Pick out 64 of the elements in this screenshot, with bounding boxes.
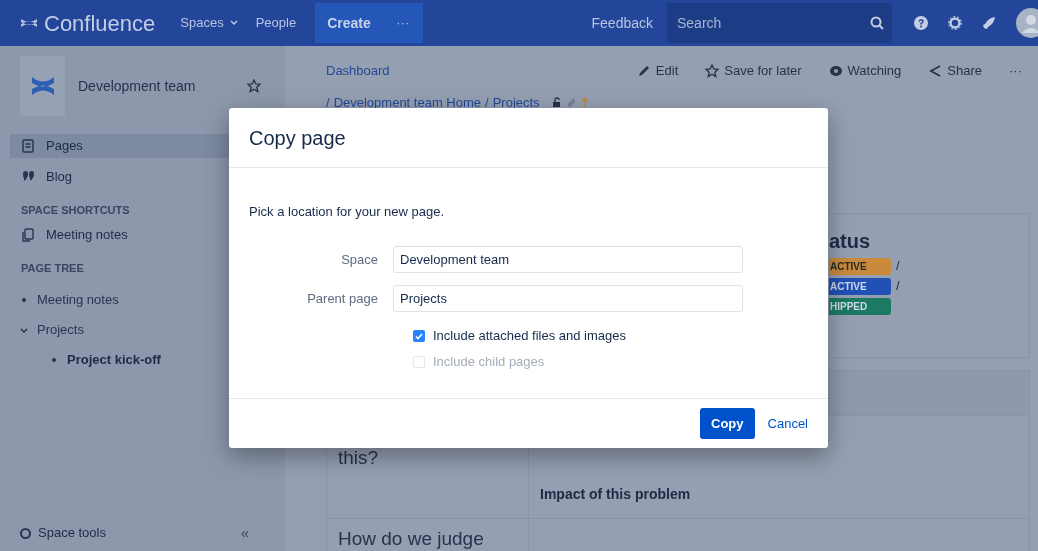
star-icon bbox=[705, 63, 720, 78]
status-lozenge: ACTIVE bbox=[829, 277, 891, 295]
share-icon bbox=[928, 63, 943, 78]
cancel-button[interactable]: Cancel bbox=[767, 408, 808, 439]
search-button[interactable] bbox=[862, 3, 892, 43]
bullet-icon bbox=[20, 296, 28, 304]
paperclip-icon bbox=[566, 97, 576, 108]
pages-icon bbox=[22, 228, 35, 242]
space-tools-button[interactable]: Space tools bbox=[19, 523, 241, 543]
copy-button[interactable]: Copy bbox=[700, 408, 755, 439]
table-cell: this? bbox=[338, 447, 379, 468]
toolbar-button[interactable]: Watching bbox=[828, 61, 902, 81]
space-logo-icon bbox=[29, 74, 56, 98]
dialog-description: Pick a location for your new page. bbox=[249, 203, 446, 219]
checkmark-icon bbox=[415, 332, 423, 340]
text-field[interactable]: Projects bbox=[393, 285, 743, 312]
search-icon bbox=[870, 16, 884, 30]
toolbar-button[interactable]: ··· bbox=[1009, 61, 1022, 81]
separator-text: / bbox=[896, 257, 900, 276]
checkbox[interactable] bbox=[413, 330, 425, 342]
product-name: Confluence bbox=[44, 9, 156, 38]
tree-item[interactable]: Projects bbox=[37, 320, 84, 340]
toolbar-button[interactable]: Save for later bbox=[705, 61, 802, 81]
help-icon bbox=[914, 16, 928, 30]
space-name: Development team bbox=[78, 76, 197, 96]
unlock-icon bbox=[551, 97, 562, 108]
field-label: Space bbox=[340, 250, 378, 269]
breadcrumb-link[interactable]: Development team Home bbox=[333, 92, 482, 112]
collapse-button[interactable]: « bbox=[240, 521, 249, 545]
pencil-icon bbox=[636, 63, 651, 78]
page-icon bbox=[22, 139, 35, 153]
status-lozenge: ACTIVE bbox=[829, 257, 891, 275]
section-heading: PAGE TREE bbox=[21, 261, 84, 276]
section-title: atus bbox=[829, 229, 872, 254]
table-cell: How do we judge bbox=[338, 528, 484, 549]
star-icon bbox=[247, 79, 261, 93]
section-heading: SPACE SHORTCUTS bbox=[21, 203, 130, 218]
logo-icon bbox=[20, 16, 38, 30]
status-lozenge: HIPPED bbox=[829, 297, 891, 315]
toolbar-button[interactable]: Share bbox=[928, 61, 982, 81]
more-button[interactable]: ··· bbox=[382, 3, 423, 43]
tree-item[interactable]: Meeting notes bbox=[37, 290, 119, 310]
breadcrumb-separator: / bbox=[326, 93, 330, 112]
quote-icon bbox=[22, 170, 35, 184]
eye-icon bbox=[828, 63, 843, 78]
toolbar-button[interactable]: Edit bbox=[636, 61, 679, 81]
breadcrumb-separator: / bbox=[485, 93, 489, 112]
breadcrumb-link[interactable]: Projects bbox=[492, 92, 540, 112]
feedback-link[interactable]: Feedback bbox=[581, 12, 663, 34]
checkbox-label: Include attached files and images bbox=[433, 327, 626, 346]
nav-link[interactable]: People bbox=[246, 0, 306, 46]
bullet-icon bbox=[50, 356, 58, 364]
checkbox-label: Include child pages bbox=[433, 353, 545, 372]
separator-text: / bbox=[896, 277, 900, 296]
nav-link[interactable]: Spaces bbox=[171, 0, 247, 46]
field-label: Parent page bbox=[306, 289, 378, 308]
rocket-icon bbox=[982, 16, 996, 30]
avatar-icon bbox=[1016, 8, 1038, 38]
text-field[interactable]: Development team bbox=[393, 246, 743, 273]
breadcrumb-link[interactable]: Dashboard bbox=[326, 61, 390, 81]
search-field[interactable]: Search bbox=[667, 3, 862, 43]
table-cell: Impact of this problem bbox=[540, 486, 691, 502]
tree-item[interactable]: Project kick-off bbox=[67, 350, 161, 370]
create-button[interactable]: Create bbox=[315, 3, 383, 43]
